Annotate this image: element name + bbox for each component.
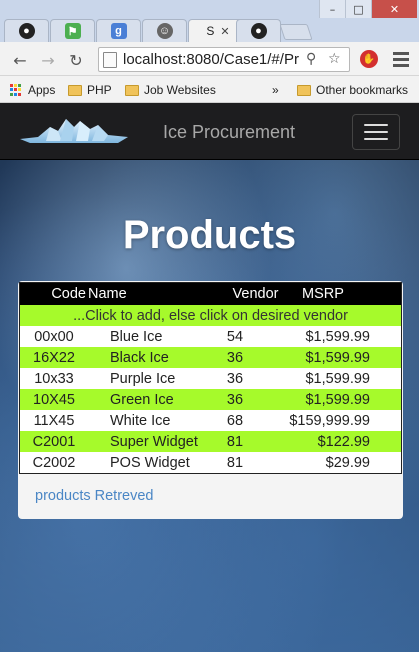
table-row[interactable]: 11X45 White Ice 68 $159,999.99 bbox=[20, 410, 401, 431]
bookmark-apps-label: Apps bbox=[28, 83, 56, 97]
maps-icon: ⚑ bbox=[64, 23, 81, 39]
apps-grid-icon bbox=[10, 84, 22, 96]
cell-msrp: $1,599.99 bbox=[305, 370, 370, 387]
maximize-button[interactable]: □ bbox=[345, 0, 371, 18]
cell-code: C2001 bbox=[32, 433, 76, 450]
folder-icon bbox=[68, 84, 82, 96]
page-icon bbox=[103, 51, 117, 68]
new-tab-button[interactable] bbox=[279, 24, 313, 40]
cell-msrp: $122.99 bbox=[317, 433, 370, 450]
google-plus-icon: g bbox=[110, 23, 127, 39]
brand-title[interactable]: Ice Procurement bbox=[163, 122, 295, 143]
cell-name: POS Widget bbox=[110, 454, 190, 471]
url-text: localhost:8080/Case1/#/Pr bbox=[123, 51, 299, 68]
hamburger-bar bbox=[364, 138, 388, 140]
cell-vendor: 81 bbox=[226, 433, 244, 450]
header-code: Code bbox=[51, 286, 86, 302]
table-row[interactable]: 10X45 Green Ice 36 $1,599.99 bbox=[20, 389, 401, 410]
cell-name: White Ice bbox=[110, 412, 171, 429]
bookmarks-overflow-chevron[interactable]: » bbox=[272, 81, 279, 99]
table-row[interactable]: 16X22 Black Ice 36 $1,599.99 bbox=[20, 347, 401, 368]
bookmark-star-icon[interactable]: ☆ bbox=[328, 51, 341, 67]
bookmark-label: Job Websites bbox=[144, 83, 216, 97]
cell-vendor: 36 bbox=[226, 391, 244, 408]
hamburger-bar bbox=[364, 124, 388, 126]
bookmark-folder-job-websites[interactable]: Job Websites bbox=[125, 81, 216, 99]
cell-code: C2002 bbox=[32, 454, 76, 471]
cell-name: Blue Ice bbox=[110, 328, 163, 345]
browser-tab-maps[interactable]: ⚑ bbox=[50, 19, 95, 42]
cell-code: 16X22 bbox=[33, 349, 75, 366]
tab-strip: – □ ✕ ● ⚑ g ☺ S ✕ ● bbox=[0, 0, 419, 42]
header-msrp: MSRP bbox=[302, 286, 344, 302]
page-title: Products bbox=[122, 213, 297, 257]
products-table: Code Name Vendor MSRP ...Click to add, e… bbox=[19, 282, 402, 474]
github-icon: ● bbox=[18, 23, 35, 39]
reload-icon[interactable]: ↻ bbox=[66, 50, 86, 70]
cell-vendor: 36 bbox=[226, 370, 244, 387]
browser-tab-google-plus[interactable]: g bbox=[96, 19, 141, 42]
browser-tab-github[interactable]: ● bbox=[4, 19, 49, 42]
cell-code: 11X45 bbox=[33, 412, 75, 429]
header-vendor: Vendor bbox=[232, 286, 279, 302]
page-content: Ice Procurement Products Code Name Vendo… bbox=[0, 103, 419, 652]
cell-name: Black Ice bbox=[110, 349, 169, 366]
tab-close-icon[interactable]: ✕ bbox=[220, 25, 229, 38]
chrome-menu-icon[interactable] bbox=[393, 50, 409, 68]
extension-stop-icon[interactable]: ✋ bbox=[360, 50, 378, 68]
cell-name: Green Ice bbox=[110, 391, 174, 408]
cell-msrp: $159,999.99 bbox=[289, 412, 370, 429]
table-row[interactable]: C2002 POS Widget 81 $29.99 bbox=[20, 452, 401, 473]
cell-name: Super Widget bbox=[110, 433, 198, 450]
cell-vendor: 36 bbox=[226, 349, 244, 366]
cell-msrp: $1,599.99 bbox=[305, 349, 370, 366]
forward-arrow-icon[interactable]: → bbox=[38, 50, 58, 70]
github-icon: ● bbox=[250, 23, 267, 39]
cell-vendor: 68 bbox=[226, 412, 244, 429]
ice-logo-icon[interactable] bbox=[20, 115, 128, 145]
browser-toolbar: ← → ↻ localhost:8080/Case1/#/Pr ⚲ ☆ bbox=[0, 42, 419, 76]
window-close-button[interactable]: ✕ bbox=[371, 0, 417, 18]
cell-msrp: $1,599.99 bbox=[305, 328, 370, 345]
table-row[interactable]: 00x00 Blue Ice 54 $1,599.99 bbox=[20, 326, 401, 347]
back-arrow-icon[interactable]: ← bbox=[10, 50, 30, 70]
bookmarks-bar: Apps PHP Job Websites » Other bookmarks bbox=[0, 76, 419, 103]
hamburger-bar bbox=[364, 131, 388, 133]
bookmark-folder-php[interactable]: PHP bbox=[68, 81, 112, 99]
table-row[interactable]: C2001 Super Widget 81 $122.99 bbox=[20, 431, 401, 452]
table-row[interactable]: 10x33 Purple Ice 36 $1,599.99 bbox=[20, 368, 401, 389]
avatar-icon: ☺ bbox=[156, 23, 173, 39]
cell-vendor: 54 bbox=[226, 328, 244, 345]
folder-icon bbox=[297, 84, 311, 96]
status-message: products Retreved bbox=[35, 488, 154, 504]
cell-code: 00x00 bbox=[34, 328, 74, 345]
zoom-icon[interactable]: ⚲ bbox=[306, 51, 316, 67]
minimize-button[interactable]: – bbox=[319, 0, 345, 18]
app-navbar: Ice Procurement bbox=[0, 103, 419, 160]
window-controls: – □ ✕ bbox=[319, 0, 417, 18]
table-header: Code Name Vendor MSRP bbox=[20, 283, 401, 305]
browser-chrome: – □ ✕ ● ⚑ g ☺ S ✕ ● ← → ↻ localhost:8080… bbox=[0, 0, 419, 103]
cell-vendor: 81 bbox=[226, 454, 244, 471]
cell-name: Purple Ice bbox=[110, 370, 176, 387]
header-name: Name bbox=[88, 286, 127, 302]
bookmark-label: Other bookmarks bbox=[316, 83, 409, 97]
cell-msrp: $29.99 bbox=[325, 454, 370, 471]
bookmark-label: PHP bbox=[87, 83, 112, 97]
folder-icon bbox=[125, 84, 139, 96]
bookmark-apps[interactable]: Apps bbox=[10, 81, 55, 99]
add-product-row[interactable]: ...Click to add, else click on desired v… bbox=[20, 305, 401, 326]
bookmark-folder-other[interactable]: Other bookmarks bbox=[297, 81, 408, 99]
cell-code: 10X45 bbox=[33, 391, 75, 408]
tab-title: S bbox=[206, 24, 215, 38]
browser-tab-avatar[interactable]: ☺ bbox=[142, 19, 187, 42]
cell-msrp: $1,599.99 bbox=[305, 391, 370, 408]
nav-toggle-button[interactable] bbox=[352, 114, 400, 150]
cell-code: 10x33 bbox=[34, 370, 74, 387]
browser-tab-github-2[interactable]: ● bbox=[236, 19, 281, 42]
